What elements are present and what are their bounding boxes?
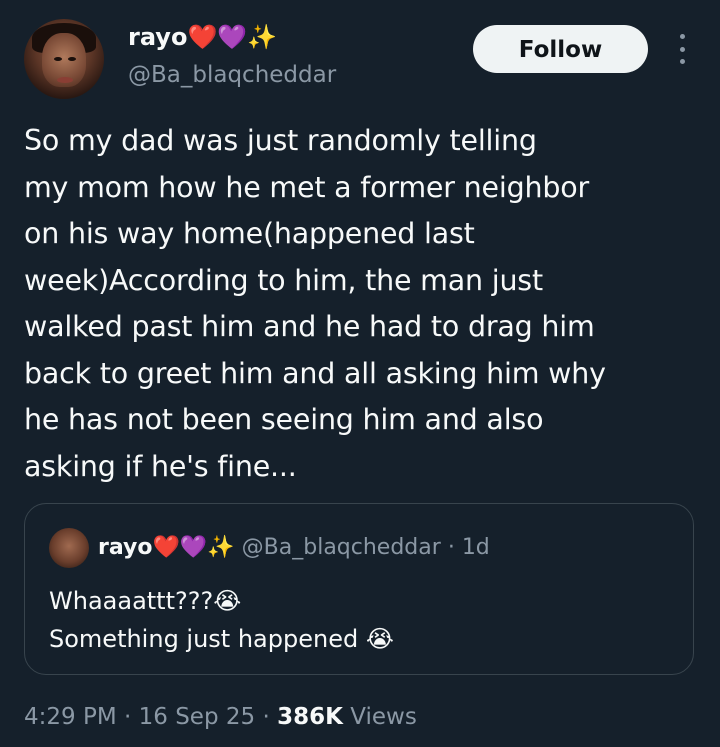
author-name[interactable]: rayo	[128, 23, 187, 51]
avatar-lips	[57, 77, 73, 83]
views-count: 386K	[277, 704, 343, 730]
quoted-author-name: rayo	[98, 535, 153, 560]
more-dot	[679, 46, 685, 52]
more-dot	[679, 34, 685, 39]
quoted-avatar[interactable]	[49, 528, 89, 568]
quoted-author-emoji: ❤️💜✨	[152, 535, 235, 560]
quoted-age: 1d	[461, 535, 490, 560]
quoted-tweet[interactable]: rayo❤️💜✨ @Ba_blaqcheddar · 1d Whaaaattt?…	[24, 503, 694, 675]
quoted-author-handle: @Ba_blaqcheddar	[241, 535, 441, 560]
quoted-text: Whaaaattt???😭 Something just happened 😭	[49, 587, 394, 653]
avatar-eye-right	[68, 57, 76, 61]
quoted-separator: ·	[447, 535, 455, 560]
author-name-row[interactable]: rayo❤️💜✨	[128, 22, 277, 52]
author-emoji: ❤️💜✨	[187, 23, 278, 51]
follow-button[interactable]: Follow	[473, 25, 648, 73]
more-dot	[679, 59, 685, 64]
footer-separator: ·	[262, 704, 270, 730]
author-handle[interactable]: @Ba_blaqcheddar	[128, 60, 336, 90]
views-label: Views	[350, 704, 417, 730]
tweet-card: rayo❤️💜✨ @Ba_blaqcheddar Follow So my da…	[0, 0, 720, 747]
tweet-date[interactable]: 16 Sep 25	[139, 704, 256, 730]
footer-separator: ·	[124, 704, 132, 730]
tweet-text: So my dad was just randomly telling my m…	[24, 124, 606, 483]
tweet-time[interactable]: 4:29 PM	[24, 704, 117, 730]
tweet-footer: 4:29 PM · 16 Sep 25 · 386K Views	[24, 700, 417, 734]
author-avatar[interactable]	[24, 19, 104, 99]
avatar-eye-left	[54, 57, 62, 61]
quoted-header: rayo❤️💜✨ @Ba_blaqcheddar · 1d	[98, 533, 490, 563]
more-vertical-icon[interactable]	[670, 34, 694, 64]
